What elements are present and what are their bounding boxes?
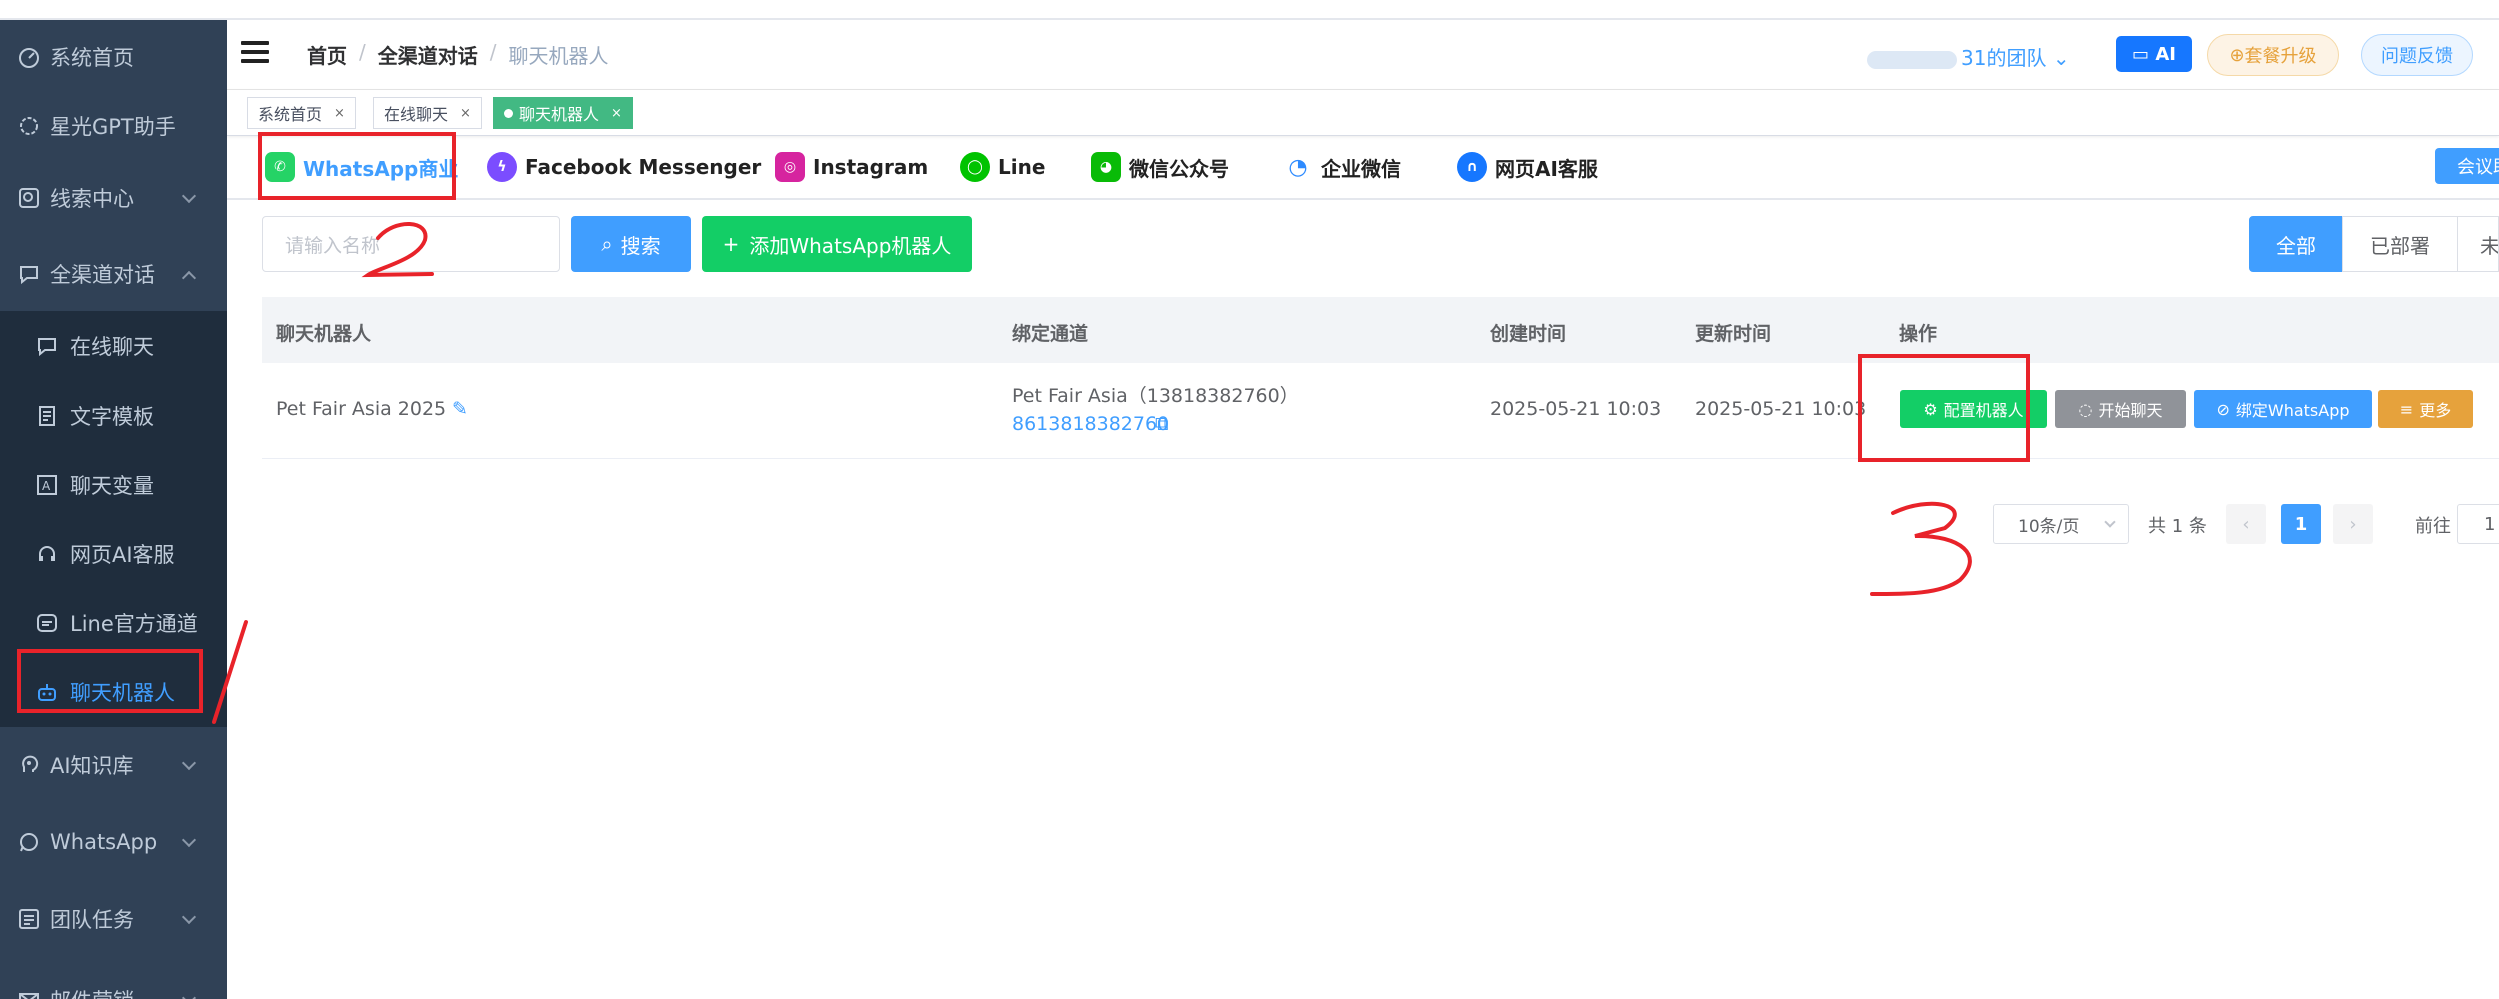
annotation-number-3 <box>1870 501 1972 597</box>
annotation-numbers <box>212 222 1972 724</box>
annotation-number-2 <box>361 222 434 278</box>
annotation-number-1 <box>212 620 248 724</box>
